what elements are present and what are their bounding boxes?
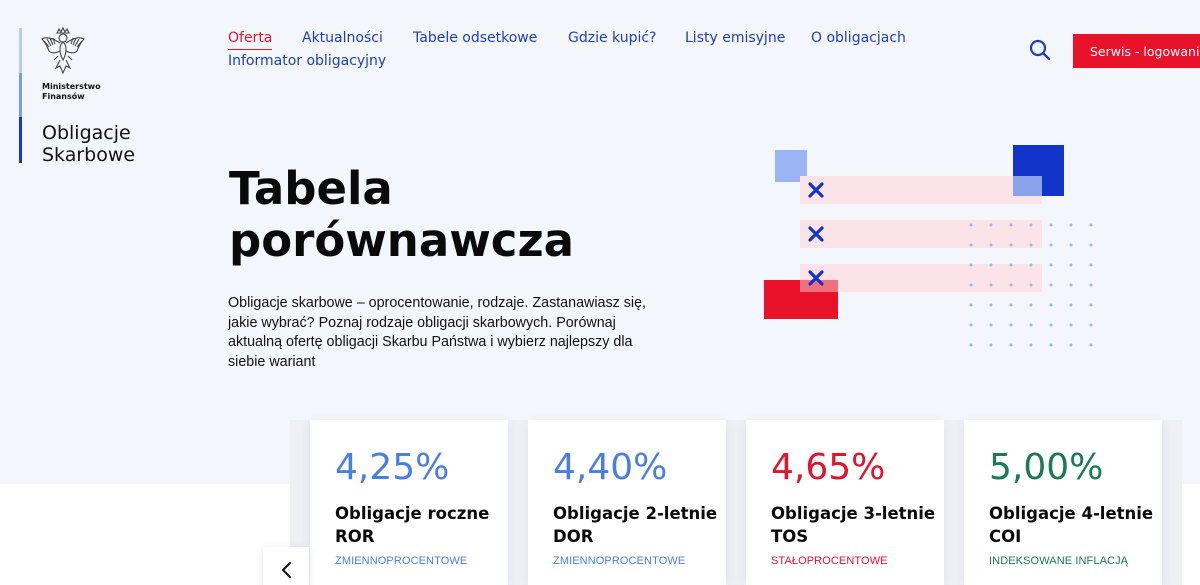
nav-item-informator-obligacyjny[interactable]: Informator obligacyjny [228,53,386,69]
card-separator [1162,420,1182,585]
comparison-illustration [764,145,1093,347]
nav-item-oferta[interactable]: Oferta [228,30,273,50]
logo-accent-bar [19,117,22,163]
bond-name: Obligacje 4-letnie COI [989,504,1154,546]
brand-name-line: Obligacje [42,122,131,144]
nav-item-tabele-odsetkowe[interactable]: Tabele odsetkowe [413,30,537,46]
ministry-name-line: Finansów [42,92,85,101]
card-separator [508,420,528,585]
ministry-name-line: Ministerstwo [42,82,101,91]
page-title: Tabela porównawcza [229,163,649,267]
search-icon[interactable] [1028,38,1052,62]
logo-accent-bar [19,73,22,117]
bond-rate: 4,65% [771,447,886,488]
nav-item-aktualnosci[interactable]: Aktualności [302,30,383,46]
bond-name: Obligacje 2-letnie DOR [553,504,718,546]
hero-description: Obligacje skarbowe – oprocentowanie, rod… [228,295,647,370]
bond-rate: 5,00% [989,447,1104,488]
nav-item-label: Oferta [228,30,273,46]
bond-card-tos[interactable]: 4,65% Obligacje 3-letnie TOS STAŁOPROCEN… [746,420,944,585]
login-button[interactable]: Serwis - logowanie [1073,34,1200,68]
bond-card-coi[interactable]: 5,00% Obligacje 4-letnie COI INDEKSOWANE… [964,420,1162,585]
bond-name: Obligacje roczne ROR [335,504,490,546]
carousel-prev-button[interactable] [263,547,309,585]
ministry-name: Ministerstwo Finansów [42,82,122,102]
logo-accent-bar [19,28,22,73]
bond-type: INDEKSOWANE INFLACJĄ [989,555,1129,567]
brand-logo[interactable]: Obligacje Skarbowe [42,122,172,166]
bond-rate: 4,25% [335,447,450,488]
page-title-line: porównawcza [229,214,575,267]
card-separator [944,420,964,585]
nav-item-o-obligacjach[interactable]: O obligacjach [811,30,906,46]
bond-card-dor[interactable]: 4,40% Obligacje 2-letnie DOR ZMIENNOPROC… [528,420,726,585]
brand-name-line: Skarbowe [42,144,136,166]
nav-item-gdzie-kupic[interactable]: Gdzie kupić? [568,30,657,46]
active-nav-underline [228,49,273,50]
bond-type: STAŁOPROCENTOWE [771,555,888,567]
bond-type: ZMIENNOPROCENTOWE [335,555,468,567]
bond-type: ZMIENNOPROCENTOWE [553,555,686,567]
bond-name: Obligacje 3-letnie TOS [771,504,936,546]
bond-rate: 4,40% [553,447,668,488]
eagle-emblem-icon [41,27,85,75]
page-title-line: Tabela [229,162,393,215]
chevron-left-icon [282,562,291,578]
bond-card-ror[interactable]: 4,25% Obligacje roczne ROR ZMIENNOPROCEN… [310,420,508,585]
nav-item-listy-emisyjne[interactable]: Listy emisyjne [685,30,785,46]
card-separator [726,420,746,585]
